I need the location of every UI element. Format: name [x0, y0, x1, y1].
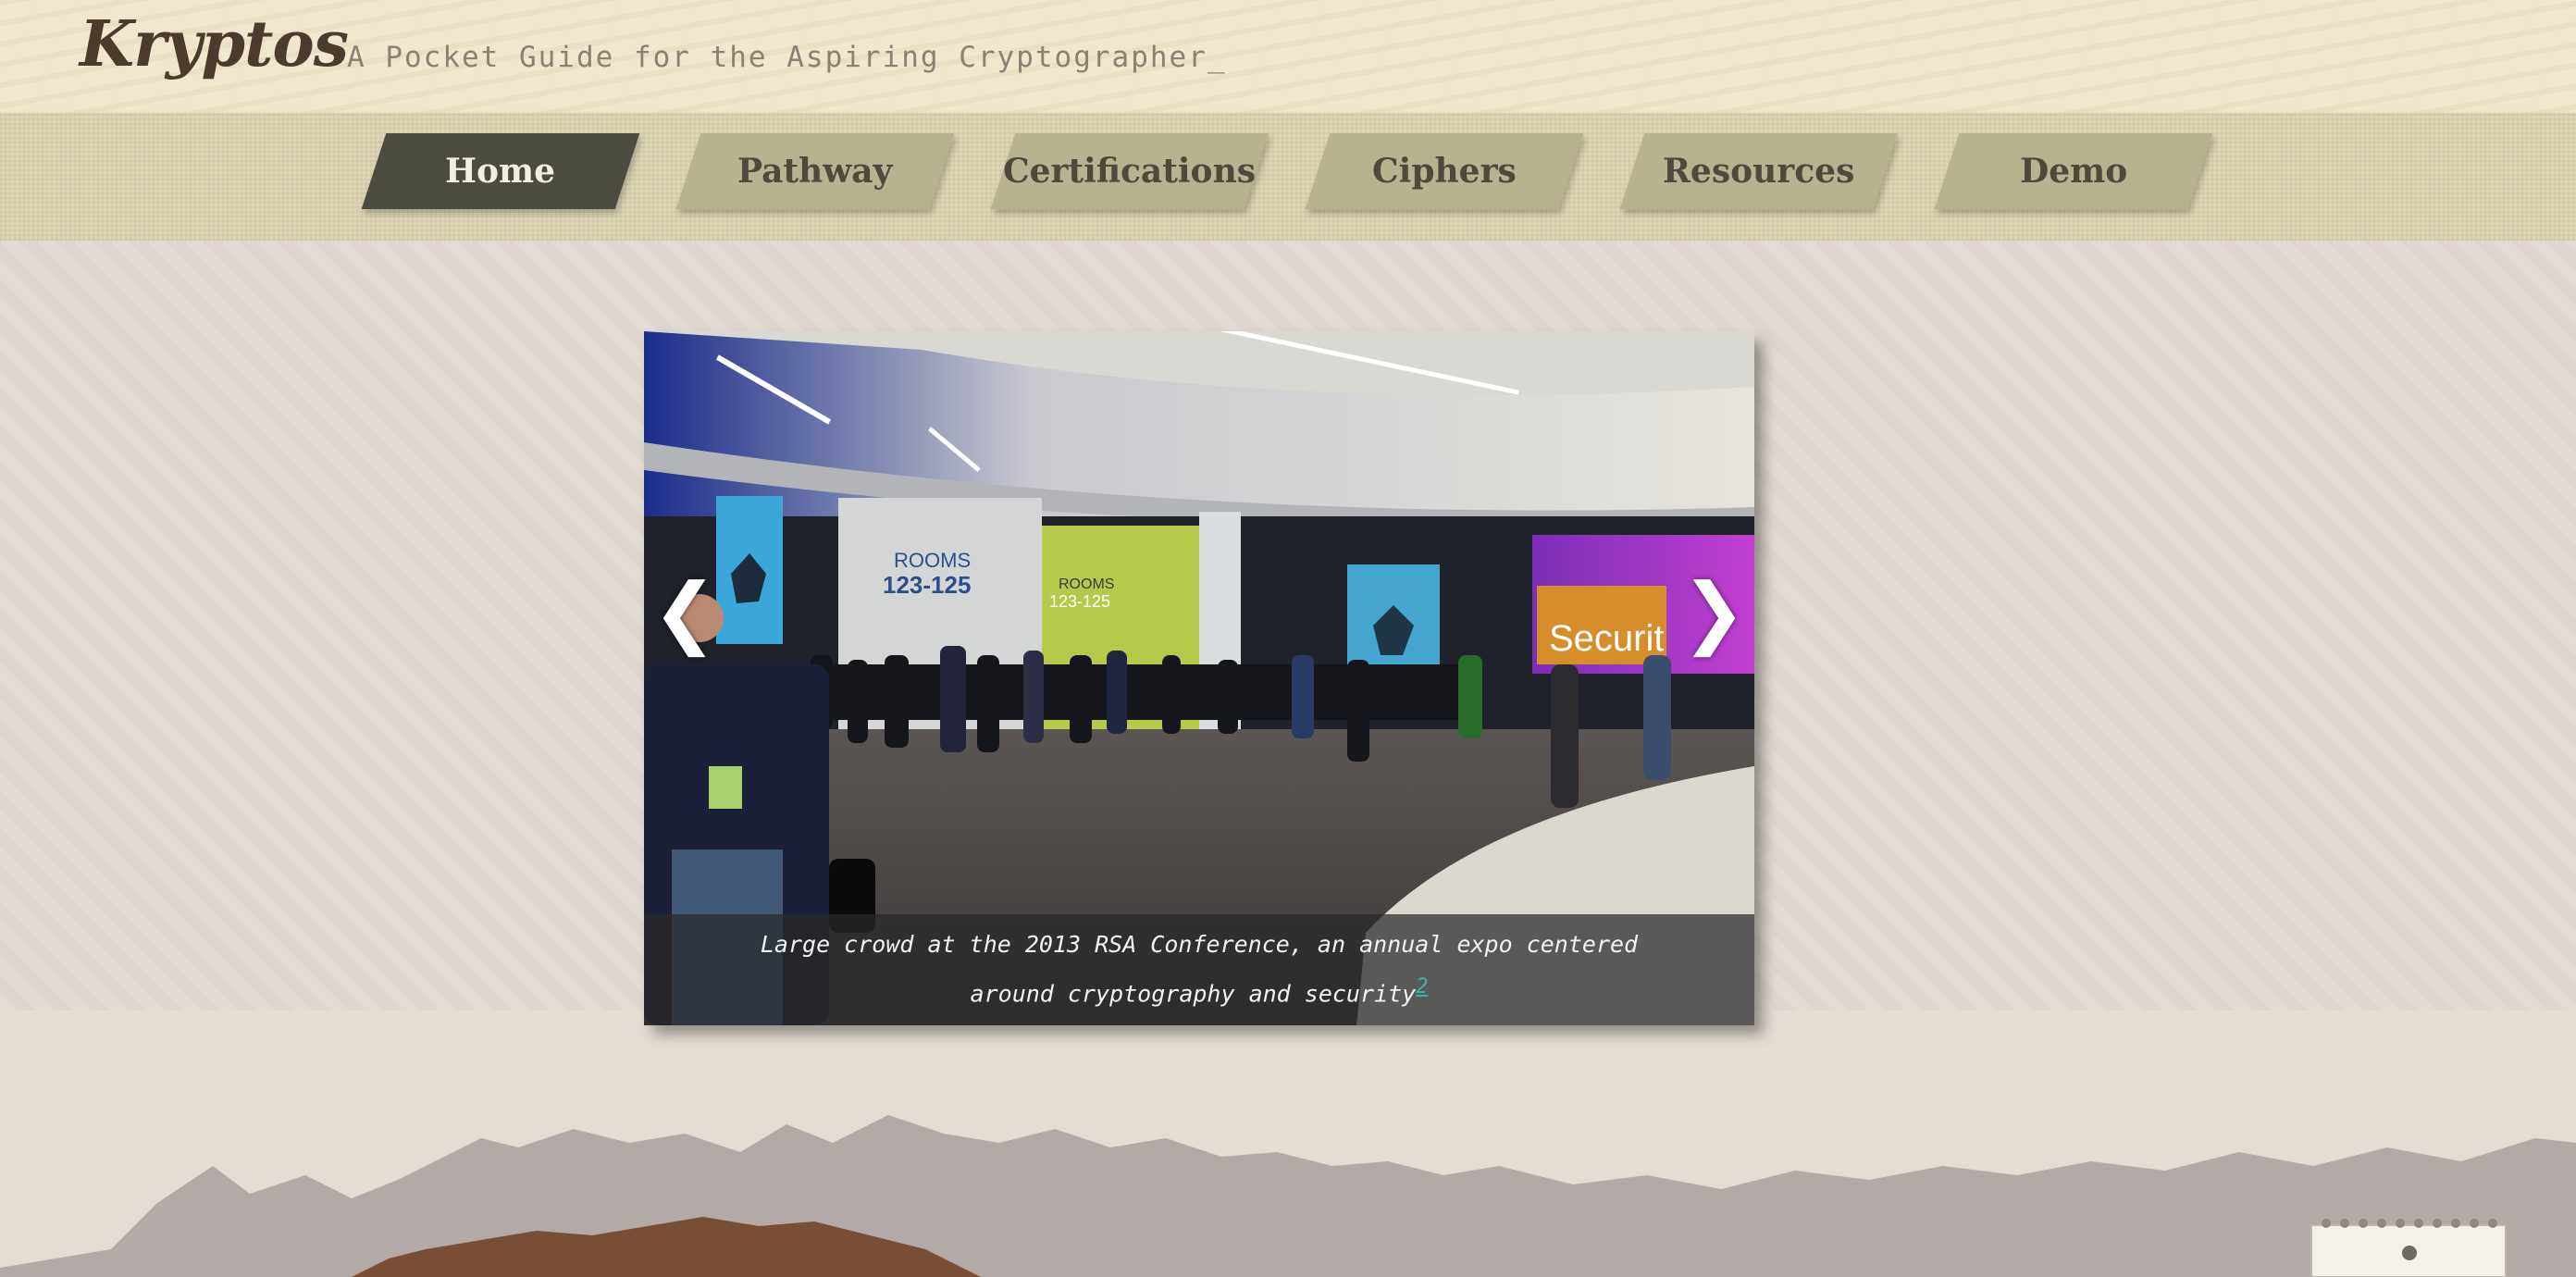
- site-header: Kryptos A Pocket Guide for the Aspiring …: [0, 0, 2576, 113]
- tab-demo[interactable]: Demo: [1934, 133, 2213, 209]
- tab-certifications-label: Certifications: [1003, 152, 1257, 191]
- tab-home-label: Home: [445, 152, 556, 191]
- site-tagline: A Pocket Guide for the Aspiring Cryptogr…: [347, 41, 1227, 74]
- security-sign-text: Securit: [1549, 618, 1665, 659]
- tab-certifications[interactable]: Certifications: [990, 133, 1269, 209]
- chevron-left-icon: ❮: [651, 566, 718, 657]
- tab-ciphers-label: Ciphers: [1372, 152, 1517, 191]
- tab-pathway-label: Pathway: [737, 152, 893, 191]
- rooms-sign-number-2: 123-125: [1049, 592, 1110, 611]
- tab-resources[interactable]: Resources: [1619, 133, 1899, 209]
- slideshow-prev-button[interactable]: ❮: [652, 566, 717, 657]
- tab-pathway[interactable]: Pathway: [675, 133, 955, 209]
- slideshow-next-button[interactable]: ❯: [1681, 566, 1746, 657]
- rooms-sign-title: ROOMS: [894, 549, 971, 572]
- chevron-right-icon: ❯: [1680, 566, 1747, 657]
- tab-home[interactable]: Home: [361, 133, 640, 209]
- image-slideshow: Securit ROOMS 123-125 ROOMS 123-125 ❮ ❯ …: [644, 331, 1754, 1025]
- notepad-icon[interactable]: [2308, 1212, 2509, 1277]
- slide-caption-body: Large crowd at the 2013 RSA Conference, …: [760, 931, 1639, 1008]
- main-nav: Home Pathway Certifications Ciphers Reso…: [0, 113, 2576, 241]
- rooms-sign-title-2: ROOMS: [1059, 577, 1114, 592]
- site-logo[interactable]: Kryptos: [80, 7, 349, 81]
- tab-demo-label: Demo: [2019, 152, 2128, 191]
- tab-resources-label: Resources: [1663, 152, 1855, 191]
- mountain-range-back: [0, 1115, 2576, 1277]
- slide-caption-text: Large crowd at the 2013 RSA Conference, …: [713, 924, 1685, 1015]
- slide-caption: Large crowd at the 2013 RSA Conference, …: [644, 914, 1754, 1025]
- caption-reference-link[interactable]: 2: [1416, 975, 1428, 998]
- mountain-silhouette: [0, 1115, 2576, 1277]
- rooms-sign-number: 123-125: [883, 571, 971, 599]
- tab-ciphers[interactable]: Ciphers: [1305, 133, 1584, 209]
